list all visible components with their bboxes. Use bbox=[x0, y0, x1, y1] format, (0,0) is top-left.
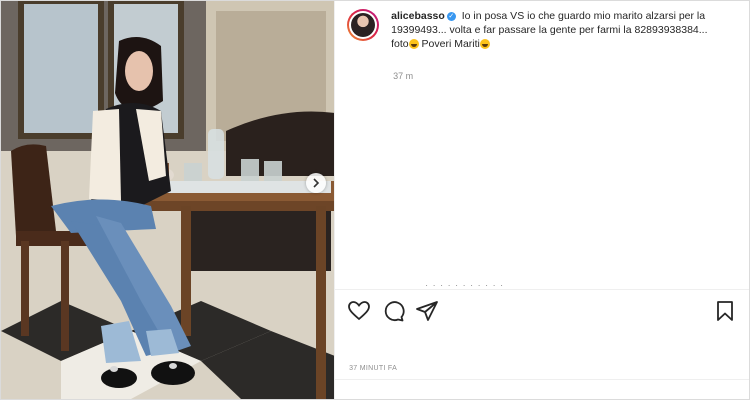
paper-plane-icon bbox=[416, 301, 439, 321]
caption-line-3: foto bbox=[391, 38, 409, 50]
share-button[interactable] bbox=[415, 299, 439, 323]
caption-line-4: Poveri Mariti bbox=[421, 38, 480, 50]
divider bbox=[335, 289, 749, 290]
comment-button[interactable] bbox=[381, 299, 405, 323]
chevron-right-icon bbox=[313, 178, 320, 188]
caption-timestamp: 37 m bbox=[393, 71, 414, 81]
heart-icon bbox=[348, 301, 371, 321]
next-photo-button[interactable] bbox=[306, 173, 326, 193]
post-timestamp: 37 MINUTI FA bbox=[349, 365, 398, 372]
caption-line-1: Io in posa VS io che guardo mio marito a… bbox=[461, 10, 706, 22]
laughing-emoji-icon bbox=[408, 39, 419, 50]
like-button[interactable] bbox=[347, 299, 371, 323]
post-sidebar: alicebasso ✓ Io in posa VS io che guardo … bbox=[334, 1, 749, 399]
caption-text: alicebasso ✓ Io in posa VS io che guardo … bbox=[391, 9, 739, 51]
caption-line-2: 19399493... volta e far passare la gente… bbox=[391, 24, 708, 36]
post-caption: alicebasso ✓ Io in posa VS io che guardo … bbox=[347, 9, 739, 51]
username-link[interactable]: alicebasso bbox=[391, 10, 445, 22]
instagram-post: alicebasso ✓ Io in posa VS io che guardo … bbox=[0, 0, 750, 400]
laughing-emoji-icon bbox=[479, 39, 490, 50]
bookmark-icon bbox=[717, 301, 733, 321]
avatar[interactable] bbox=[347, 9, 380, 41]
comment-icon bbox=[384, 301, 405, 322]
divider bbox=[335, 379, 749, 380]
action-bar bbox=[347, 299, 737, 325]
truncated-comment: · · · · · · · · · · · bbox=[425, 280, 505, 286]
photo-illustration bbox=[1, 1, 335, 399]
save-button[interactable] bbox=[713, 299, 737, 323]
verified-badge-icon: ✓ bbox=[446, 11, 456, 21]
post-photo[interactable] bbox=[1, 1, 335, 399]
